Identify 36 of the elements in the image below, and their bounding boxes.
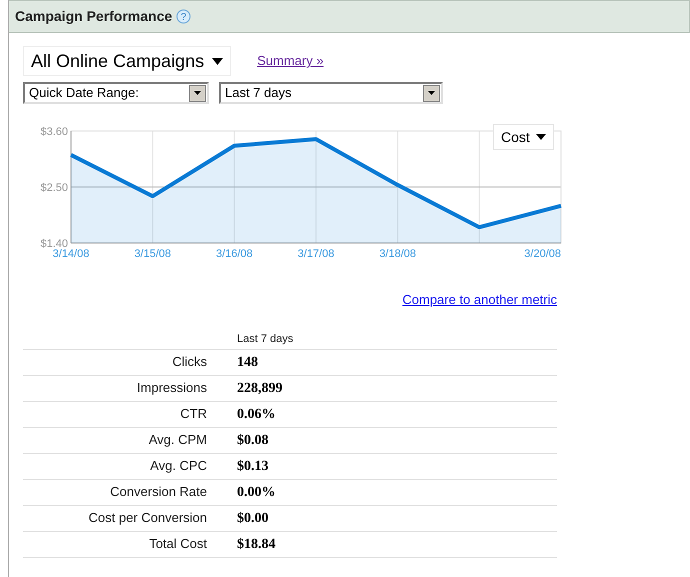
x-axis-label: 3/15/08 <box>134 248 172 260</box>
date-range-select[interactable]: Quick Date Range: <box>23 82 209 104</box>
caret-icon <box>212 58 224 64</box>
compare-metric-link[interactable]: Compare to another metric <box>402 290 557 310</box>
column-header: Last 7 days <box>237 332 294 347</box>
x-axis-label: 3/20/08 <box>524 248 561 260</box>
y-axis-label: $1.40 <box>40 238 68 250</box>
metric-label: Avg. CPM <box>148 431 207 450</box>
metric-value: $0.08 <box>237 432 268 450</box>
metric-value: $0.13 <box>237 458 268 476</box>
metric-value: $0.00 <box>237 510 268 528</box>
metric-label: Clicks <box>171 353 207 372</box>
metric-label: Conversion Rate <box>109 483 207 502</box>
summary-link[interactable]: Summary » <box>257 51 324 71</box>
y-axis-label: $3.60 <box>40 126 68 138</box>
metric-dropdown[interactable]: Cost <box>493 124 554 150</box>
metric-label: Avg. CPC <box>149 457 207 476</box>
panel-title: Campaign Performance <box>15 7 172 26</box>
metric-label: Total Cost <box>148 535 207 554</box>
campaign-dropdown[interactable]: All Online Campaigns <box>23 46 232 76</box>
period-select[interactable]: Last 7 days <box>219 82 443 104</box>
metric-value: $18.84 <box>237 536 276 554</box>
metric-label: Cost per Conversion <box>88 509 207 528</box>
x-axis-label: 3/16/08 <box>216 248 253 260</box>
metric-value: 228,899 <box>237 380 282 398</box>
x-axis-label: 3/14/08 <box>52 248 90 260</box>
metric-label: Impressions <box>136 379 207 398</box>
metric-value: 0.00% <box>237 484 276 502</box>
x-axis-label: 3/17/08 <box>298 248 334 260</box>
dropdown-arrow-icon <box>194 91 201 95</box>
metric-value: 0.06% <box>237 406 276 424</box>
dropdown-arrow-icon <box>428 91 435 95</box>
metric-label: CTR <box>179 405 207 424</box>
metric-value: 148 <box>237 354 258 372</box>
x-axis-label: 3/18/08 <box>379 248 416 260</box>
y-axis-label: $2.50 <box>40 182 68 194</box>
